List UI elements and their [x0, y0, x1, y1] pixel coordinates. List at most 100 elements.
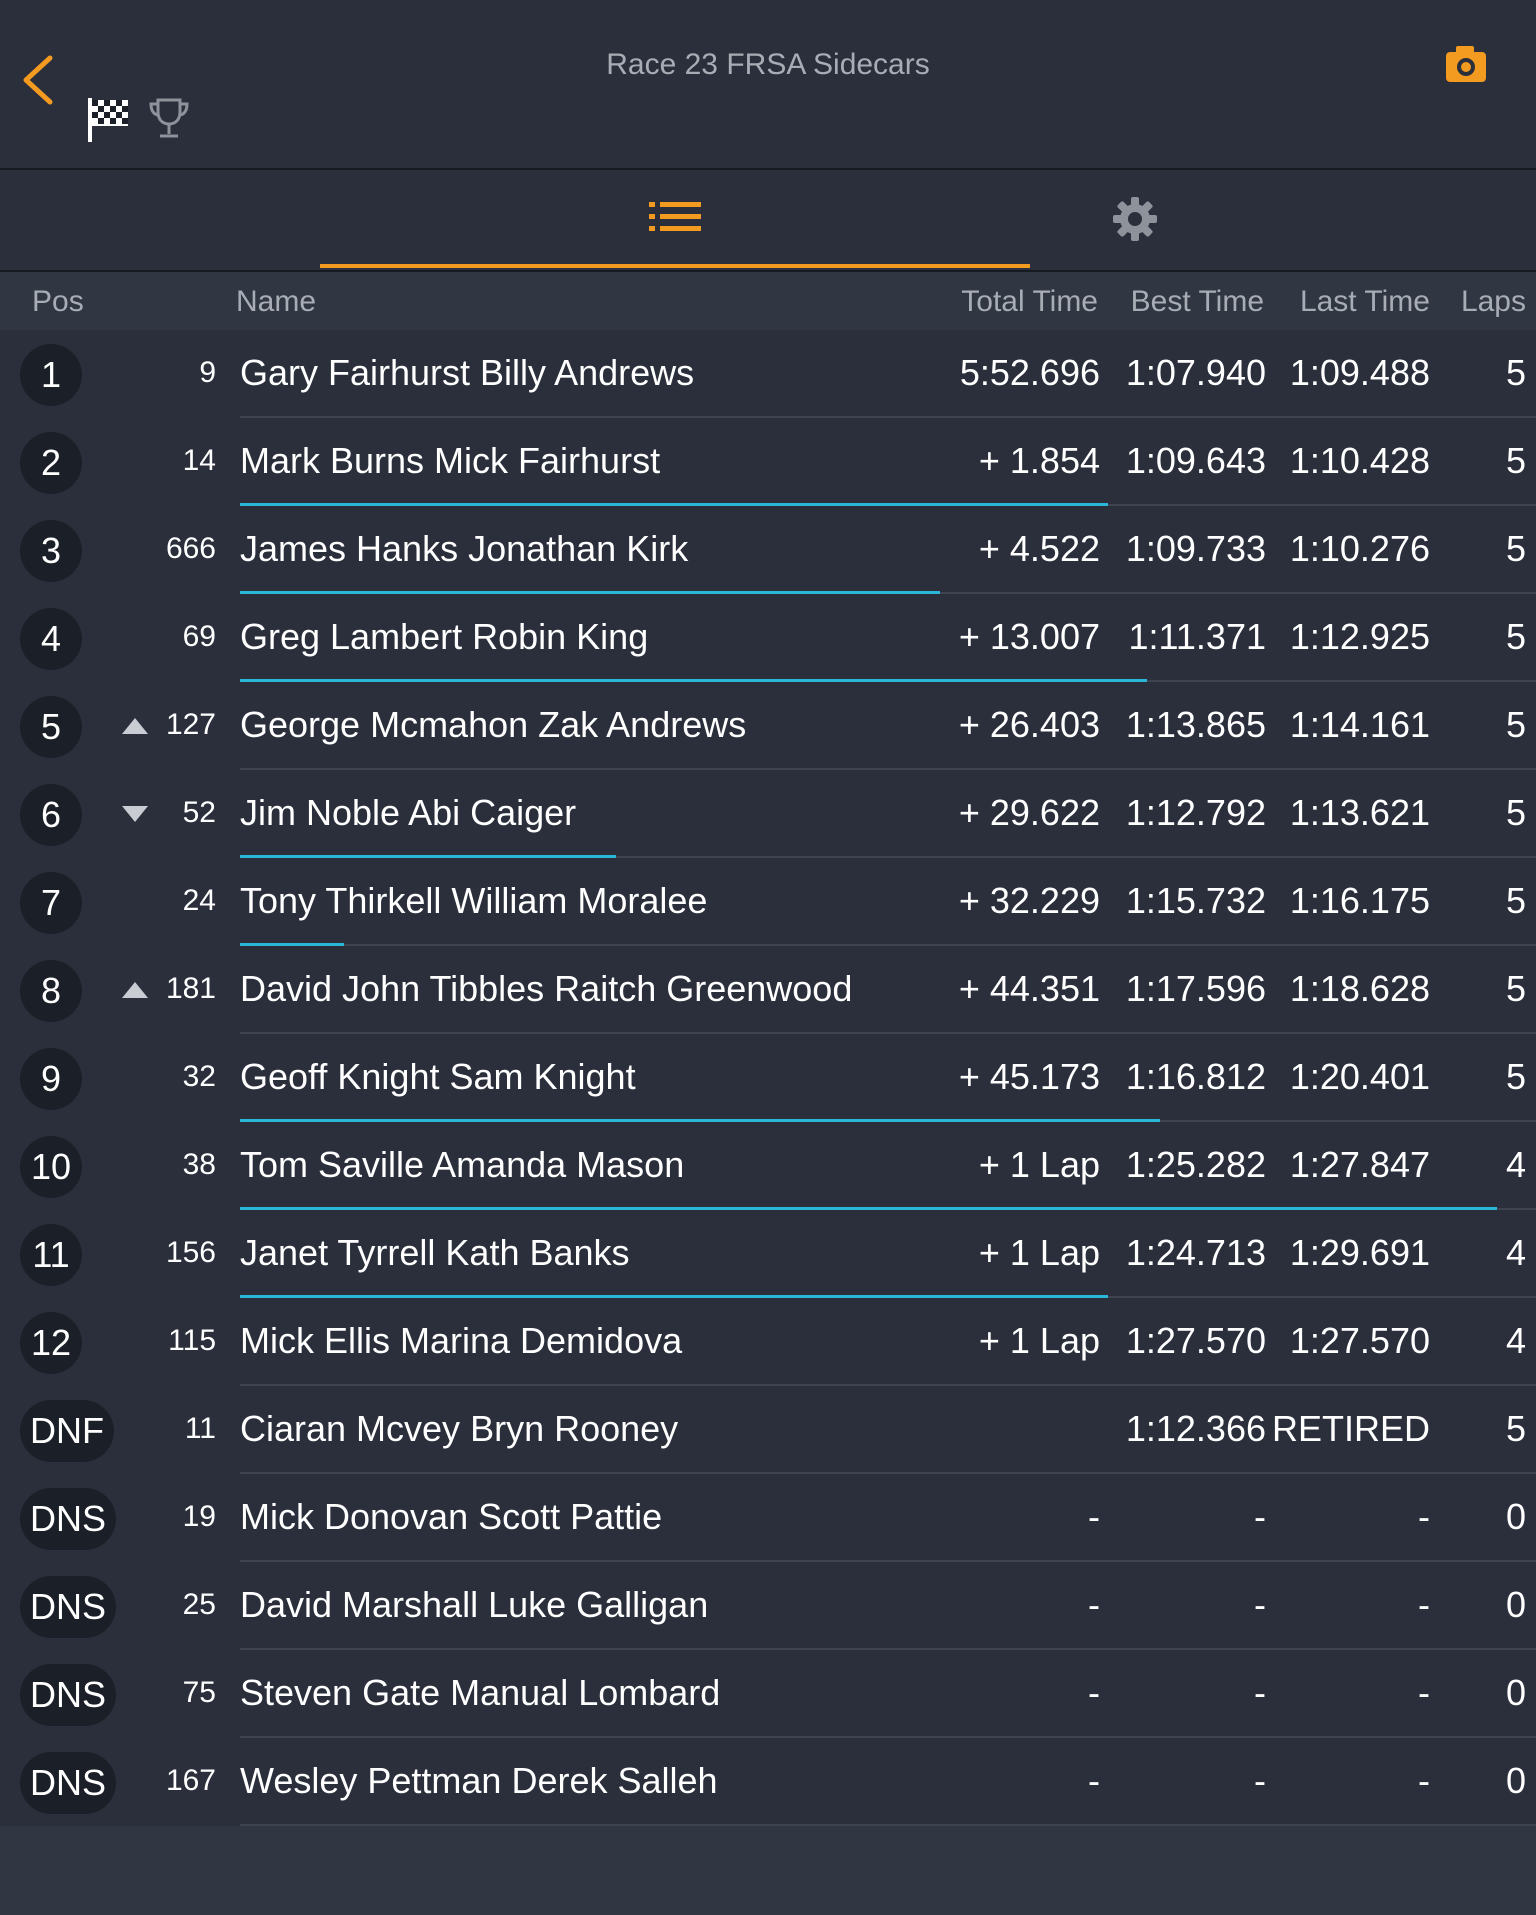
column-pos[interactable]: Pos: [32, 285, 84, 319]
table-row[interactable]: 6 52 Jim Noble Abi Caiger + 29.622 1:12.792 1…: [0, 770, 1536, 858]
car-number: 167: [165, 1764, 216, 1797]
total-time: + 29.622: [958, 792, 1100, 833]
table-row[interactable]: 4 69 Greg Lambert Robin King + 13.007 1:11.3…: [0, 594, 1536, 682]
last-time: 1:09.488: [1289, 352, 1430, 393]
table-row[interactable]: DNS 167 Wesley Pettman Derek Salleh - - - 0: [0, 1738, 1536, 1826]
car-number: 14: [182, 444, 216, 477]
column-best-time[interactable]: Best Time: [1131, 285, 1264, 319]
rider-names: Wesley Pettman Derek Salleh: [240, 1760, 718, 1801]
table-row[interactable]: 10 38 Tom Saville Amanda Mason + 1 Lap 1:25.…: [0, 1122, 1536, 1210]
position-badge: 2: [20, 432, 82, 494]
column-laps[interactable]: Laps: [1461, 285, 1526, 319]
last-time: -: [1418, 1760, 1430, 1801]
car-number: 75: [182, 1676, 216, 1709]
trophy-icon[interactable]: [146, 96, 192, 144]
best-time: 1:17.596: [1125, 968, 1266, 1009]
best-time: 1:07.940: [1125, 352, 1266, 393]
car-number: 181: [165, 972, 216, 1005]
total-time: -: [1088, 1672, 1100, 1713]
laps-count: 5: [1505, 616, 1526, 657]
position-badge: DNS: [20, 1576, 117, 1638]
table-row[interactable]: 5 127 George Mcmahon Zak Andrews + 26.403 1:…: [0, 682, 1536, 770]
best-time: -: [1254, 1672, 1266, 1713]
last-time: 1:18.628: [1289, 968, 1430, 1009]
last-time: -: [1418, 1584, 1430, 1625]
table-row[interactable]: 12 115 Mick Ellis Marina Demidova + 1 Lap 1:…: [0, 1298, 1536, 1386]
last-time: 1:14.161: [1289, 704, 1430, 745]
table-row[interactable]: DNS 25 David Marshall Luke Galligan - - - 0: [0, 1562, 1536, 1650]
position-badge: DNS: [20, 1488, 117, 1550]
table-row[interactable]: 9 32 Geoff Knight Sam Knight + 45.173 1:16.8…: [0, 1034, 1536, 1122]
laps-count: 0: [1505, 1496, 1526, 1537]
camera-icon[interactable]: [1444, 44, 1488, 84]
best-time: 1:09.643: [1125, 440, 1266, 481]
rider-names: Geoff Knight Sam Knight: [240, 1056, 636, 1097]
rider-names: Ciaran Mcvey Bryn Rooney: [240, 1408, 679, 1449]
best-time: 1:16.812: [1125, 1056, 1266, 1097]
position-up-icon: [122, 718, 148, 734]
laps-count: 0: [1505, 1760, 1526, 1801]
total-time: + 1.854: [978, 440, 1100, 481]
total-time: 5:52.696: [959, 352, 1100, 393]
position-badge: 4: [20, 608, 82, 670]
best-time: 1:27.570: [1125, 1320, 1266, 1361]
table-row[interactable]: 2 14 Mark Burns Mick Fairhurst + 1.854 1:09.…: [0, 418, 1536, 506]
tab-results-list[interactable]: [320, 170, 1030, 268]
car-number: 24: [182, 884, 216, 917]
table-row[interactable]: 3 666 James Hanks Jonathan Kirk + 4.522 1:09…: [0, 506, 1536, 594]
last-time: RETIRED: [1271, 1408, 1430, 1449]
tab-bar: [0, 170, 1536, 272]
total-time: + 26.403: [958, 704, 1100, 745]
table-row[interactable]: 1 9 Gary Fairhurst Billy Andrews 5:52.696 1:…: [0, 330, 1536, 418]
page-title: Race 23 FRSA Sidecars: [606, 48, 930, 81]
last-time: 1:27.570: [1289, 1320, 1430, 1361]
rider-names: George Mcmahon Zak Andrews: [240, 704, 747, 745]
last-time: 1:27.847: [1289, 1144, 1430, 1185]
laps-count: 5: [1505, 1408, 1526, 1449]
car-number: 9: [199, 356, 216, 389]
car-number: 127: [165, 708, 216, 741]
rider-names: Tom Saville Amanda Mason: [240, 1144, 685, 1185]
car-number: 69: [182, 620, 216, 653]
best-time: 1:11.371: [1128, 616, 1266, 657]
total-time: + 1 Lap: [978, 1320, 1100, 1361]
table-row[interactable]: DNF 11 Ciaran Mcvey Bryn Rooney 1:12.366 RET…: [0, 1386, 1536, 1474]
column-name[interactable]: Name: [236, 285, 316, 319]
table-row[interactable]: DNS 75 Steven Gate Manual Lombard - - - 0: [0, 1650, 1536, 1738]
position-badge: 9: [20, 1048, 82, 1110]
last-time: 1:20.401: [1289, 1056, 1430, 1097]
table-row[interactable]: 8 181 David John Tibbles Raitch Greenwood +…: [0, 946, 1536, 1034]
car-number: 19: [182, 1500, 216, 1533]
best-time: 1:24.713: [1125, 1232, 1266, 1273]
position-badge: 7: [20, 872, 82, 934]
position-down-icon: [122, 806, 148, 822]
list-icon: [649, 202, 701, 231]
laps-count: 5: [1505, 704, 1526, 745]
results-table: 1 9 Gary Fairhurst Billy Andrews 5:52.696 1:…: [0, 330, 1536, 1826]
last-time: 1:10.276: [1289, 528, 1430, 569]
table-row[interactable]: 11 156 Janet Tyrrell Kath Banks + 1 Lap 1:24…: [0, 1210, 1536, 1298]
rider-names: David John Tibbles Raitch Greenwood: [240, 968, 853, 1009]
position-badge: 11: [20, 1224, 82, 1286]
last-time: 1:12.925: [1289, 616, 1430, 657]
rider-names: Janet Tyrrell Kath Banks: [240, 1232, 630, 1273]
footer-bar: [0, 1826, 1536, 1915]
column-total-time[interactable]: Total Time: [961, 285, 1098, 319]
table-row[interactable]: 7 24 Tony Thirkell William Moralee + 32.229…: [0, 858, 1536, 946]
rider-names: Greg Lambert Robin King: [240, 616, 649, 657]
column-last-time[interactable]: Last Time: [1300, 285, 1430, 319]
table-row[interactable]: DNS 19 Mick Donovan Scott Pattie - - - 0: [0, 1474, 1536, 1562]
position-badge: 5: [20, 696, 82, 758]
car-number: 666: [165, 532, 216, 565]
car-number: 32: [182, 1060, 216, 1093]
last-time: 1:16.175: [1289, 880, 1430, 921]
rider-names: Mark Burns Mick Fairhurst: [240, 440, 661, 481]
laps-count: 4: [1505, 1232, 1526, 1273]
position-badge: DNS: [20, 1752, 117, 1814]
laps-count: 5: [1505, 352, 1526, 393]
checkered-flag-icon[interactable]: [86, 96, 132, 144]
last-time: -: [1418, 1496, 1430, 1537]
laps-count: 5: [1505, 968, 1526, 1009]
tab-settings[interactable]: [1030, 170, 1240, 268]
total-time: + 44.351: [958, 968, 1100, 1009]
